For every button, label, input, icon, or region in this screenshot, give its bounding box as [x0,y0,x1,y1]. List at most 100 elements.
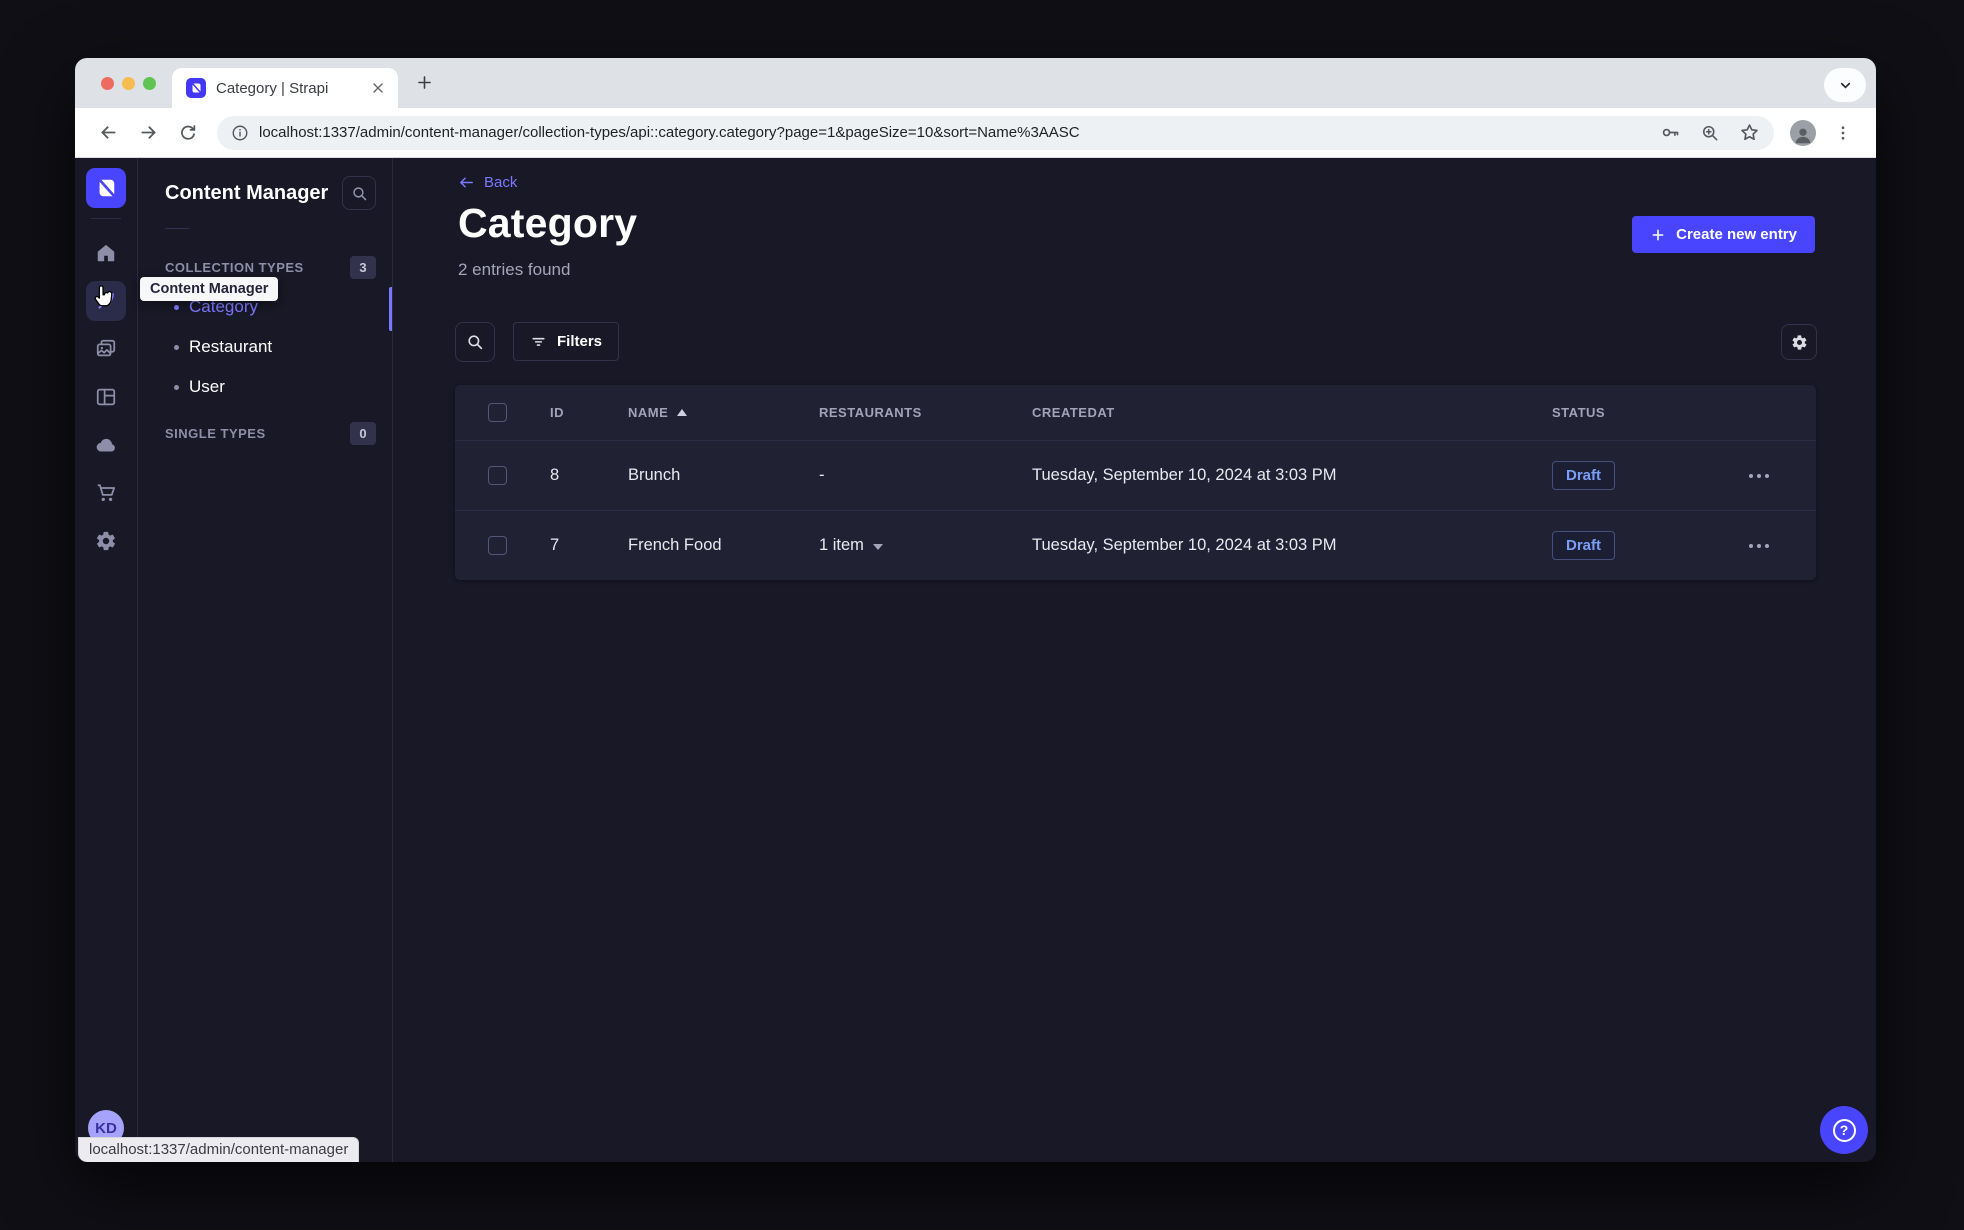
create-new-entry-button[interactable]: Create new entry [1632,216,1815,253]
browser-window: Category | Strapi localhost:1337/admin/c… [75,58,1876,1162]
browser-toolbar: localhost:1337/admin/content-manager/col… [75,108,1876,158]
shopping-cart-icon [97,484,116,502]
table-header-row: ID NAME RESTAURANTS CREATEDAT STATUS [455,385,1816,440]
tab-close-icon[interactable] [370,80,386,96]
nav-content-type-builder[interactable] [86,377,126,417]
view-settings-button[interactable] [1781,324,1817,360]
close-window-button[interactable] [101,77,114,90]
page-title: Category [458,200,638,246]
column-header-createdat[interactable]: CREATEDAT [1032,405,1552,420]
content-manager-tooltip: Content Manager [140,277,279,301]
tab-title: Category | Strapi [216,79,329,97]
row-actions-menu-icon[interactable] [1735,473,1816,478]
link-preview-status-bar: localhost:1337/admin/content-manager [78,1137,360,1162]
question-mark-icon: ? [1832,1118,1856,1142]
site-info-icon[interactable] [231,124,249,142]
row-checkbox[interactable] [488,536,507,555]
collection-types-label: COLLECTION TYPES [165,259,304,275]
active-item-indicator [389,287,392,331]
nav-rail: KD [75,158,138,1162]
plus-icon [1652,229,1664,240]
bullet-icon [174,344,179,350]
table-row[interactable]: 8 Brunch - Tuesday, September 10, 2024 a… [455,440,1816,510]
cell-name: Brunch [628,466,681,484]
fullscreen-window-button[interactable] [143,77,156,90]
url-text[interactable]: localhost:1337/admin/content-manager/col… [259,124,1648,141]
sidebar-item-restaurant[interactable]: Restaurant [138,327,392,367]
single-types-label: SINGLE TYPES [165,425,266,441]
strapi-logo[interactable] [86,168,126,208]
subnav-title: Content Manager [165,181,329,204]
passwords-key-icon[interactable] [1660,122,1681,143]
nav-deploy-cloud[interactable] [86,425,126,465]
filters-button[interactable]: Filters [513,322,620,361]
bookmark-star-icon[interactable] [1739,122,1760,143]
column-header-status[interactable]: STATUS [1552,405,1735,420]
main-content: Back Category 2 entries found Create new… [393,158,1876,1162]
content-type-builder-icon [96,388,116,406]
browser-tab[interactable]: Category | Strapi [172,68,398,108]
gear-icon [96,531,115,551]
row-checkbox[interactable] [488,466,507,485]
status-badge: Draft [1552,461,1616,490]
cell-restaurants: - [819,466,825,484]
cell-createdat: Tuesday, September 10, 2024 at 3:03 PM [1032,536,1337,554]
select-all-checkbox[interactable] [488,403,507,422]
tab-search-chevron-icon[interactable] [1824,68,1866,102]
subnav-divider [165,228,189,229]
cloud-icon [96,438,115,452]
strapi-favicon-icon [186,78,206,98]
minimize-window-button[interactable] [122,77,135,90]
nav-settings[interactable] [86,521,126,561]
nav-home[interactable] [86,233,126,273]
tab-strip: Category | Strapi [75,58,1876,108]
bullet-icon [174,304,179,310]
cell-restaurants[interactable]: 1 item [819,536,1032,555]
nav-media-library[interactable] [86,329,126,369]
window-controls [101,77,156,90]
content-manager-feather-icon [98,293,114,309]
zoom-magnifier-icon[interactable] [1700,123,1720,143]
cell-id: 8 [550,466,560,484]
status-badge: Draft [1552,531,1616,560]
search-icon [352,186,366,200]
table-row[interactable]: 7 French Food 1 item Tuesday, September … [455,510,1816,580]
media-library-icon [96,339,116,357]
url-bar[interactable]: localhost:1337/admin/content-manager/col… [217,115,1774,150]
back-link[interactable]: Back [458,174,517,191]
collection-types-count-badge: 3 [350,255,376,279]
content-manager-subnav: Content Manager COLLECTION TYPES 3 Categ… [138,158,393,1162]
browser-menu-kebab-icon[interactable] [1826,116,1860,150]
browser-profile-avatar[interactable] [1790,119,1816,146]
table-search-button[interactable] [455,322,495,362]
single-types-count-badge: 0 [350,421,376,445]
reload-icon[interactable] [171,116,205,150]
sort-ascending-icon [677,409,688,416]
nav-content-manager[interactable] [86,281,126,321]
forward-nav-icon[interactable] [131,116,165,150]
bullet-icon [174,384,179,390]
home-icon [97,244,115,262]
search-icon [468,335,483,350]
entries-count: 2 entries found [458,260,571,279]
strapi-app: KD Content Manager COLLECTION TYPES 3 Ca… [75,158,1876,1162]
row-actions-menu-icon[interactable] [1735,543,1816,548]
expand-relation-caret-icon [872,543,883,550]
sidebar-item-user[interactable]: User [138,367,392,407]
column-header-id[interactable]: ID [550,405,628,420]
filter-icon [532,337,545,346]
column-header-name[interactable]: NAME [628,405,819,420]
cell-name: French Food [628,536,722,554]
cell-createdat: Tuesday, September 10, 2024 at 3:03 PM [1032,466,1337,484]
back-nav-icon[interactable] [91,116,125,150]
rail-divider [91,218,121,219]
help-button[interactable]: ? [1820,1106,1868,1154]
subnav-search-button[interactable] [342,176,376,210]
new-tab-button[interactable] [415,73,434,92]
collection-types-list: Category Restaurant User [138,287,392,407]
nav-marketplace[interactable] [86,473,126,513]
back-arrow-icon [460,177,473,188]
gear-icon [1791,334,1806,350]
column-header-restaurants[interactable]: RESTAURANTS [819,405,1032,420]
cell-id: 7 [550,536,560,554]
